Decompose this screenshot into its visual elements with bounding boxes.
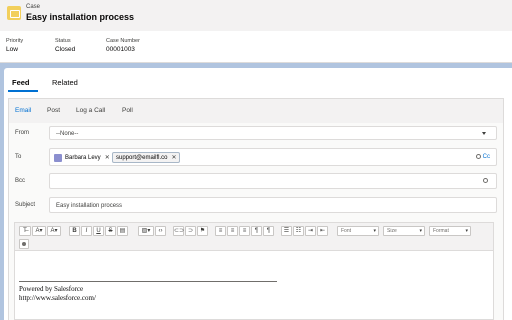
size-dropdown[interactable]: Size <box>383 226 425 236</box>
flag-icon[interactable]: ⚑ <box>197 226 208 236</box>
person-icon <box>483 178 488 183</box>
remove-format-icon[interactable]: T̶ <box>19 226 31 236</box>
subject-input[interactable]: Easy installation process <box>49 197 497 213</box>
priority-label: Priority <box>6 38 24 44</box>
italic-icon[interactable]: I <box>81 226 92 236</box>
align-right-icon[interactable]: ≡ <box>239 226 250 236</box>
table-icon[interactable]: ▤ <box>117 226 128 236</box>
record-title: Easy installation process <box>26 12 135 22</box>
highlights-panel: Priority Low Status Closed Case Number 0… <box>0 31 512 63</box>
signature-divider <box>19 281 277 282</box>
tab-feed[interactable]: Feed <box>12 78 30 87</box>
underline-icon[interactable]: U <box>93 226 104 236</box>
remove-recipient-icon[interactable]: ✕ <box>171 154 176 161</box>
signature-line-1: Powered by Salesforce <box>19 285 84 293</box>
editor-toolbar: T̶ A▾ A▾ B I U S ▤ ▨▾ ‹› ⊂⊃ ⊃ ⚑ ≡ ≡ ≡ ¶ … <box>15 223 493 251</box>
bcc-label: Bcc <box>15 178 26 184</box>
cc-label: Cc <box>482 154 490 161</box>
code-icon[interactable]: ‹› <box>155 226 166 236</box>
case-number-field: Case Number 00001003 <box>106 38 140 53</box>
remove-recipient-icon[interactable]: ✕ <box>105 154 110 161</box>
status-field: Status Closed <box>55 38 75 53</box>
case-number-value: 00001003 <box>106 46 135 53</box>
outdent-icon[interactable]: ⇤ <box>317 226 328 236</box>
to-label: To <box>15 154 22 160</box>
record-header: Case Easy installation process <box>0 0 512 31</box>
image-icon[interactable]: ▨▾ <box>138 226 154 236</box>
align-left-icon[interactable]: ≡ <box>215 226 226 236</box>
unlink-icon[interactable]: ⊃ <box>185 226 196 236</box>
bold-icon[interactable]: B <box>69 226 80 236</box>
active-tab-indicator <box>8 90 38 92</box>
person-icon <box>475 154 481 159</box>
recipient-pill[interactable]: support@emailfl.co ✕ <box>112 152 181 163</box>
direction-rtl-icon[interactable]: ¶ <box>263 226 274 236</box>
recipient-pill[interactable]: Barbara Levy ✕ <box>54 152 110 163</box>
link-icon[interactable]: ⊂⊃ <box>173 226 184 236</box>
status-value: Closed <box>55 46 76 53</box>
tab-bar: Feed Related <box>4 68 512 96</box>
priority-field: Priority Low <box>6 38 23 53</box>
publisher-tab-log-call[interactable]: Log a Call <box>76 107 105 114</box>
subject-value: Easy installation process <box>56 203 123 209</box>
tab-related[interactable]: Related <box>52 78 78 87</box>
subject-label: Subject <box>15 202 36 208</box>
from-select[interactable]: --None-- <box>49 126 497 140</box>
signature-line-2: http://www.salesforce.com/ <box>19 294 96 302</box>
recipient-email: support@emailfl.co <box>116 154 168 161</box>
from-label: From <box>15 130 29 136</box>
publisher-tab-post[interactable]: Post <box>47 107 60 114</box>
to-field[interactable]: Barbara Levy ✕ support@emailfl.co ✕ Cc <box>49 148 497 166</box>
numbered-list-icon[interactable]: ☷ <box>293 226 304 236</box>
bcc-field[interactable] <box>49 173 497 189</box>
chevron-down-icon <box>482 132 486 135</box>
cc-button[interactable]: Cc <box>475 154 490 161</box>
publisher-tabs: Email Post Log a Call Poll <box>9 99 503 123</box>
indent-icon[interactable]: ⇥ <box>305 226 316 236</box>
align-center-icon[interactable]: ≡ <box>227 226 238 236</box>
format-dropdown[interactable]: Format <box>429 226 471 236</box>
text-color-icon[interactable]: A▾ <box>32 226 46 236</box>
email-body-editor[interactable]: T̶ A▾ A▾ B I U S ▤ ▨▾ ‹› ⊂⊃ ⊃ ⚑ ≡ ≡ ≡ ¶ … <box>14 222 494 320</box>
status-label: Status <box>55 38 71 44</box>
recipient-name: Barbara Levy <box>65 154 101 161</box>
contact-icon <box>54 153 62 162</box>
strikethrough-icon[interactable]: S <box>105 226 116 236</box>
feed-card: Feed Related Email Post Log a Call Poll … <box>4 68 512 320</box>
from-value: --None-- <box>56 131 79 137</box>
record-type: Case <box>26 4 41 10</box>
merge-field-icon[interactable] <box>19 239 29 249</box>
publisher-tab-poll[interactable]: Poll <box>122 107 133 114</box>
background-color-icon[interactable]: A▾ <box>47 226 61 236</box>
publisher-tab-email[interactable]: Email <box>15 107 31 114</box>
case-number-label: Case Number <box>106 38 140 44</box>
case-icon <box>7 6 21 20</box>
direction-ltr-icon[interactable]: ¶ <box>251 226 262 236</box>
priority-value: Low <box>6 46 18 53</box>
font-dropdown[interactable]: Font <box>337 226 379 236</box>
bcc-add-button[interactable] <box>483 178 490 184</box>
bulleted-list-icon[interactable]: ☰ <box>281 226 292 236</box>
